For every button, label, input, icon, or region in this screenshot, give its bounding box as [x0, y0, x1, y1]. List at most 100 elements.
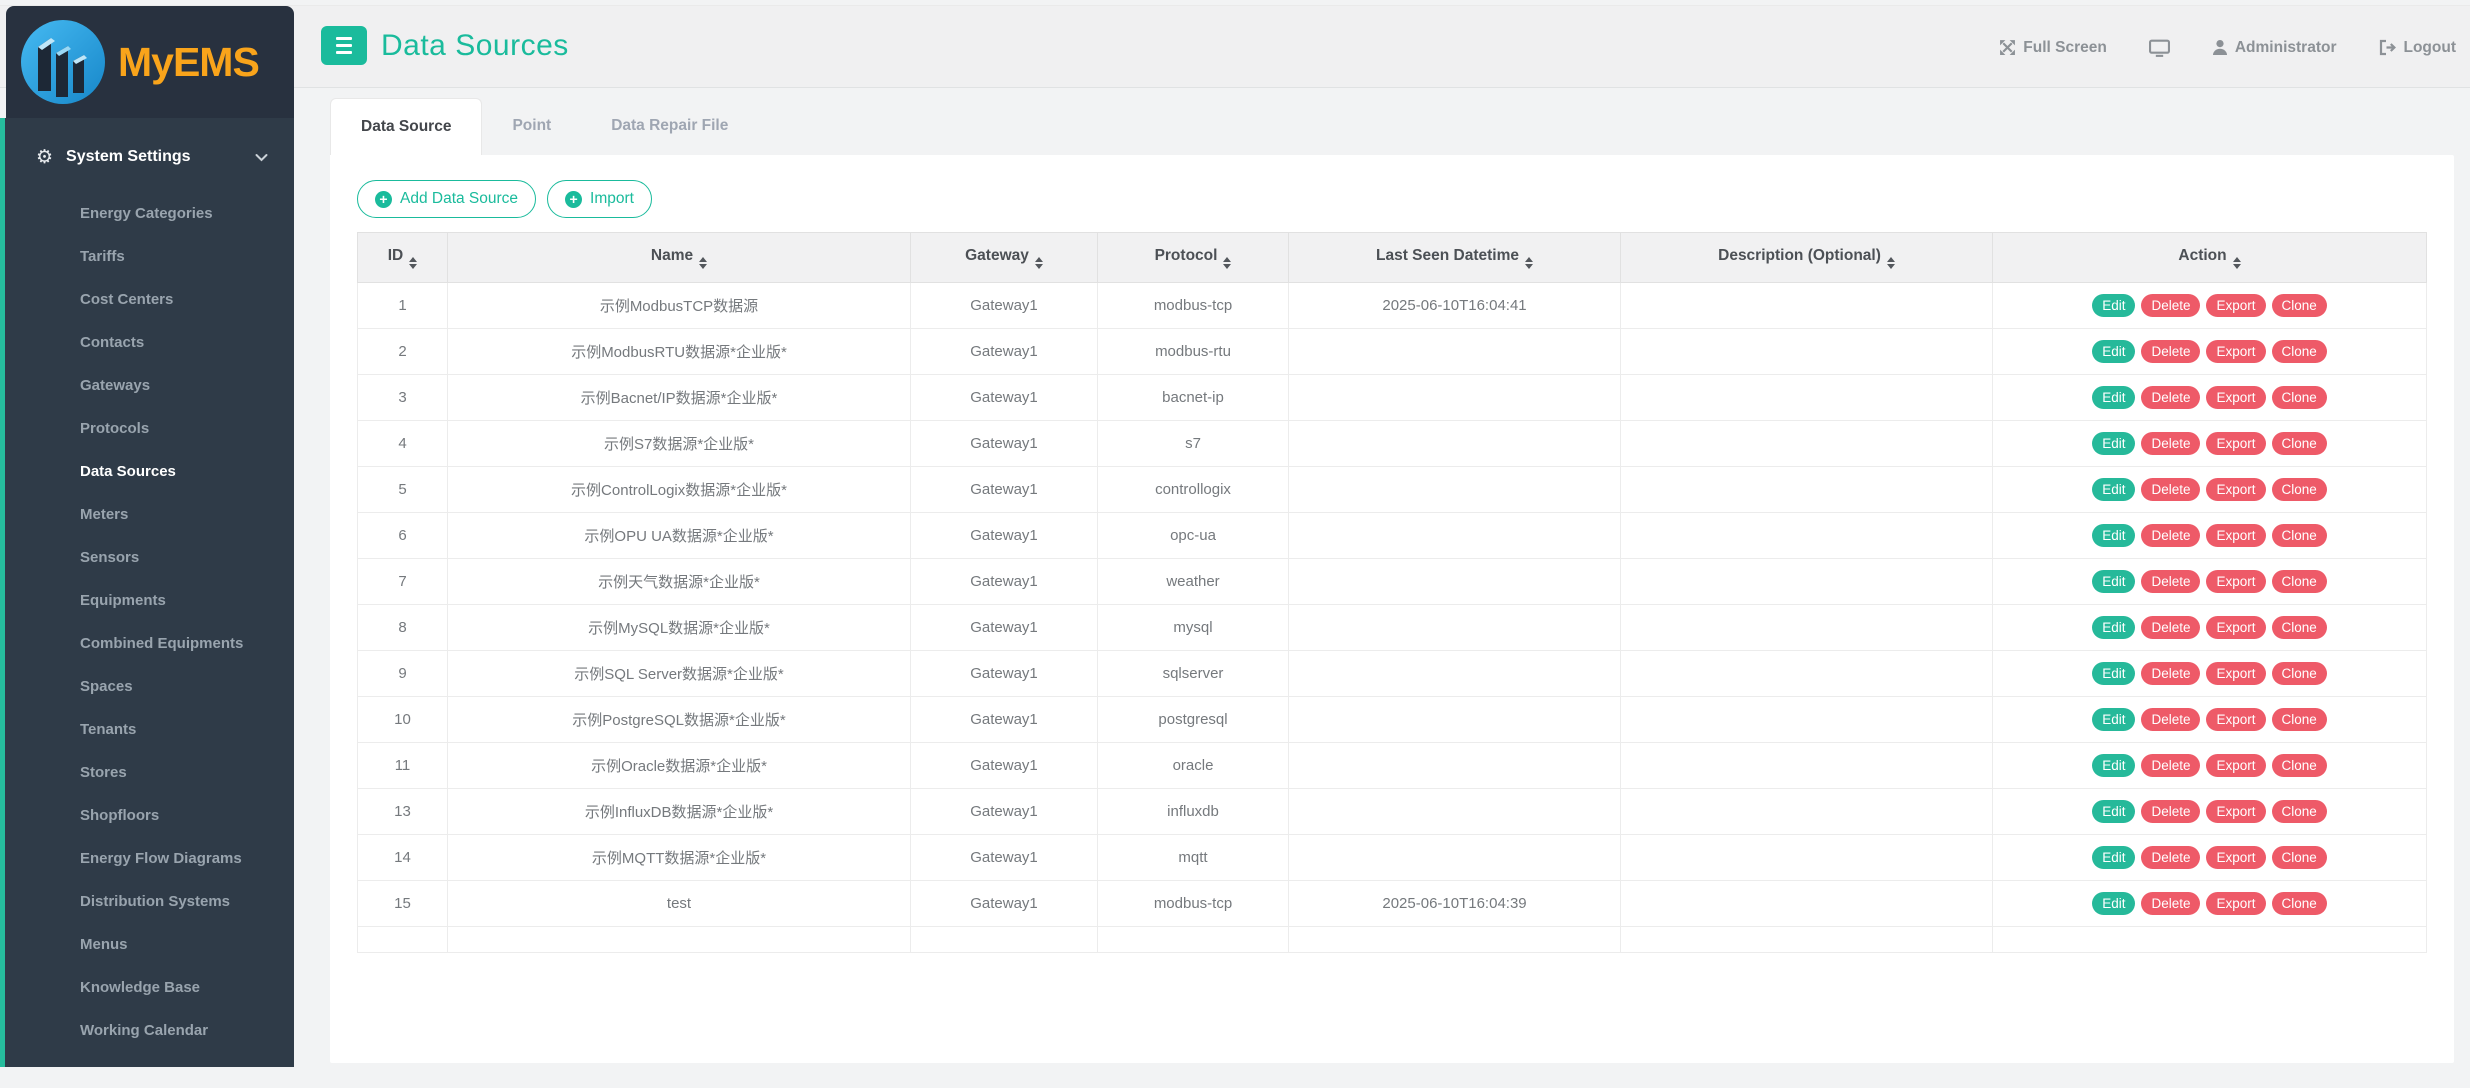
- sidebar-item-contacts[interactable]: Contacts: [5, 321, 294, 364]
- delete-button[interactable]: Delete: [2141, 662, 2200, 685]
- export-button[interactable]: Export: [2206, 708, 2265, 731]
- clone-button[interactable]: Clone: [2272, 478, 2327, 501]
- clone-button[interactable]: Clone: [2272, 340, 2327, 363]
- clone-button[interactable]: Clone: [2272, 386, 2327, 409]
- edit-button[interactable]: Edit: [2092, 708, 2135, 731]
- edit-button[interactable]: Edit: [2092, 662, 2135, 685]
- user-menu-button[interactable]: Administrator: [2212, 39, 2337, 57]
- delete-button[interactable]: Delete: [2141, 294, 2200, 317]
- delete-button[interactable]: Delete: [2141, 386, 2200, 409]
- import-button[interactable]: + Import: [547, 180, 652, 218]
- tab-point[interactable]: Point: [482, 98, 581, 155]
- clone-button[interactable]: Clone: [2272, 892, 2327, 915]
- export-button[interactable]: Export: [2206, 478, 2265, 501]
- sidebar-item-energy-flow-diagrams[interactable]: Energy Flow Diagrams: [5, 837, 294, 880]
- edit-button[interactable]: Edit: [2092, 892, 2135, 915]
- delete-button[interactable]: Delete: [2141, 800, 2200, 823]
- export-button[interactable]: Export: [2206, 524, 2265, 547]
- column-header-name[interactable]: Name: [448, 233, 911, 283]
- cell-last-seen: [1289, 651, 1621, 697]
- column-header-id[interactable]: ID: [358, 233, 448, 283]
- sidebar-item-distribution-systems[interactable]: Distribution Systems: [5, 880, 294, 923]
- clone-button[interactable]: Clone: [2272, 708, 2327, 731]
- sidebar-item-menus[interactable]: Menus: [5, 923, 294, 966]
- edit-button[interactable]: Edit: [2092, 478, 2135, 501]
- sidebar-item-stores[interactable]: Stores: [5, 751, 294, 794]
- clone-button[interactable]: Clone: [2272, 524, 2327, 547]
- export-button[interactable]: Export: [2206, 570, 2265, 593]
- clone-button[interactable]: Clone: [2272, 616, 2327, 639]
- delete-button[interactable]: Delete: [2141, 616, 2200, 639]
- column-header-gateway[interactable]: Gateway: [911, 233, 1098, 283]
- export-button[interactable]: Export: [2206, 616, 2265, 639]
- add-data-source-button[interactable]: + Add Data Source: [357, 180, 536, 218]
- edit-button[interactable]: Edit: [2092, 294, 2135, 317]
- edit-button[interactable]: Edit: [2092, 570, 2135, 593]
- sidebar-item-sensors[interactable]: Sensors: [5, 536, 294, 579]
- sidebar-item-cost-centers[interactable]: Cost Centers: [5, 278, 294, 321]
- logout-button[interactable]: Logout: [2378, 39, 2456, 57]
- export-button[interactable]: Export: [2206, 892, 2265, 915]
- export-button[interactable]: Export: [2206, 340, 2265, 363]
- edit-button[interactable]: Edit: [2092, 616, 2135, 639]
- clone-button[interactable]: Clone: [2272, 800, 2327, 823]
- clone-button[interactable]: Clone: [2272, 294, 2327, 317]
- column-header-action[interactable]: Action: [1993, 233, 2427, 283]
- delete-button[interactable]: Delete: [2141, 432, 2200, 455]
- cell-action: Edit Delete Export Clone: [1993, 605, 2427, 651]
- delete-button[interactable]: Delete: [2141, 340, 2200, 363]
- table-row: 8示例MySQL数据源*企业版*Gateway1mysqlEditDeleteE…: [358, 605, 2427, 651]
- tab-data-source[interactable]: Data Source: [330, 98, 482, 155]
- sidebar-item-data-sources[interactable]: Data Sources: [5, 450, 294, 493]
- delete-button[interactable]: Delete: [2141, 846, 2200, 869]
- export-button[interactable]: Export: [2206, 386, 2265, 409]
- delete-button[interactable]: Delete: [2141, 892, 2200, 915]
- sidebar-item-combined-equipments[interactable]: Combined Equipments: [5, 622, 294, 665]
- sidebar-item-equipments[interactable]: Equipments: [5, 579, 294, 622]
- delete-button[interactable]: Delete: [2141, 524, 2200, 547]
- sidebar-item-gateways[interactable]: Gateways: [5, 364, 294, 407]
- export-button[interactable]: Export: [2206, 662, 2265, 685]
- export-button[interactable]: Export: [2206, 800, 2265, 823]
- clone-button[interactable]: Clone: [2272, 432, 2327, 455]
- sidebar-toggle-button[interactable]: [321, 26, 367, 65]
- export-button[interactable]: Export: [2206, 432, 2265, 455]
- display-button[interactable]: [2149, 39, 2170, 57]
- column-header-protocol[interactable]: Protocol: [1098, 233, 1289, 283]
- edit-button[interactable]: Edit: [2092, 754, 2135, 777]
- sidebar-item-spaces[interactable]: Spaces: [5, 665, 294, 708]
- sidebar-item-knowledge-base[interactable]: Knowledge Base: [5, 966, 294, 1009]
- clone-button[interactable]: Clone: [2272, 846, 2327, 869]
- sidebar-item-meters[interactable]: Meters: [5, 493, 294, 536]
- edit-button[interactable]: Edit: [2092, 800, 2135, 823]
- sidebar-item-shopfloors[interactable]: Shopfloors: [5, 794, 294, 837]
- sidebar-item-tariffs[interactable]: Tariffs: [5, 235, 294, 278]
- cell-last-seen: 2025-06-10T16:04:39: [1289, 881, 1621, 927]
- edit-button[interactable]: Edit: [2092, 846, 2135, 869]
- export-button[interactable]: Export: [2206, 754, 2265, 777]
- clone-button[interactable]: Clone: [2272, 662, 2327, 685]
- edit-button[interactable]: Edit: [2092, 432, 2135, 455]
- sidebar-item-protocols[interactable]: Protocols: [5, 407, 294, 450]
- delete-button[interactable]: Delete: [2141, 708, 2200, 731]
- delete-button[interactable]: Delete: [2141, 570, 2200, 593]
- cell-gateway: Gateway1: [911, 743, 1098, 789]
- export-button[interactable]: Export: [2206, 294, 2265, 317]
- column-header-description-optional[interactable]: Description (Optional): [1621, 233, 1993, 283]
- column-header-last-seen-datetime[interactable]: Last Seen Datetime: [1289, 233, 1621, 283]
- edit-button[interactable]: Edit: [2092, 340, 2135, 363]
- delete-button[interactable]: Delete: [2141, 478, 2200, 501]
- clone-button[interactable]: Clone: [2272, 754, 2327, 777]
- sidebar-section-system-settings[interactable]: ⚙ System Settings: [5, 130, 294, 184]
- export-button[interactable]: Export: [2206, 846, 2265, 869]
- app-logo[interactable]: MyEMS: [6, 6, 294, 118]
- tab-data-repair-file[interactable]: Data Repair File: [581, 98, 758, 155]
- sidebar-item-working-calendar[interactable]: Working Calendar: [5, 1009, 294, 1052]
- sidebar-item-tenants[interactable]: Tenants: [5, 708, 294, 751]
- edit-button[interactable]: Edit: [2092, 524, 2135, 547]
- full-screen-button[interactable]: Full Screen: [1999, 39, 2107, 57]
- edit-button[interactable]: Edit: [2092, 386, 2135, 409]
- sidebar-item-energy-categories[interactable]: Energy Categories: [5, 192, 294, 235]
- delete-button[interactable]: Delete: [2141, 754, 2200, 777]
- clone-button[interactable]: Clone: [2272, 570, 2327, 593]
